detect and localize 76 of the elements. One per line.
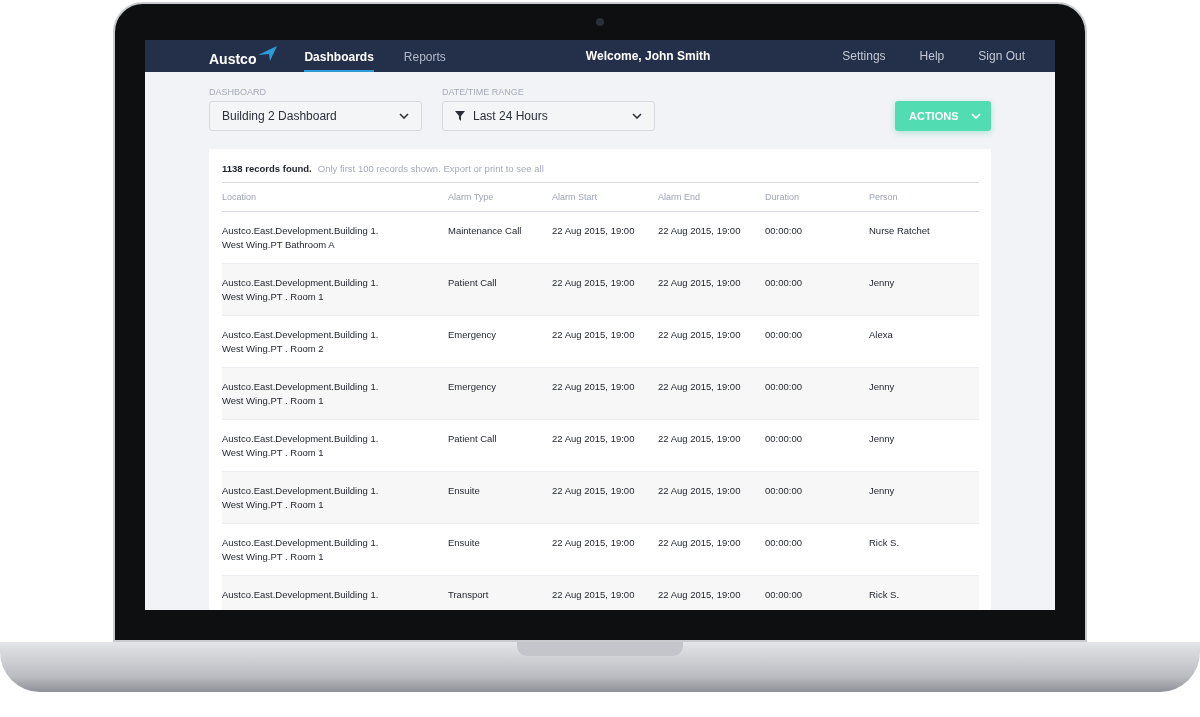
table-cell-text: Austco.East.Development.Building 1. West Wing.PT Bathroom A — [222, 224, 380, 252]
table-cell-text: Emergency — [448, 380, 498, 394]
dropdown[interactable]: Last 24 Hours — [442, 101, 655, 131]
table-cell-text: Jenny — [869, 484, 896, 498]
table-cell-text: 00:00:00 — [765, 484, 803, 498]
table-cell-text: 22 Aug 2015, 19:00 — [552, 432, 636, 446]
table-cell-text: Alexa — [869, 328, 894, 342]
field-label: DATE/TIME RANGE — [442, 87, 525, 97]
table-cell-text: Ensuite — [448, 484, 481, 498]
table-cell-text: 22 Aug 2015, 19:00 — [658, 588, 742, 602]
table-cell-text: 22 Aug 2015, 19:00 — [658, 432, 742, 446]
table-cell-text: 22 Aug 2015, 19:00 — [552, 536, 636, 550]
table-cell-text: Jenny — [869, 432, 896, 446]
table-cell-text: 22 Aug 2015, 19:00 — [552, 276, 636, 290]
record-count: 1138 records found. — [222, 163, 312, 174]
table-cell-text: 22 Aug 2015, 19:00 — [552, 588, 636, 602]
column-header: Alarm End — [658, 192, 702, 202]
table-cell-text: Ensuite — [448, 536, 481, 550]
table-cell-text: 22 Aug 2015, 19:00 — [552, 380, 636, 394]
field-label: DASHBOARD — [209, 87, 267, 97]
table-cell-text: 22 Aug 2015, 19:00 — [658, 380, 742, 394]
table-cell-text: Rick S. — [869, 588, 901, 602]
dropdown[interactable]: Building 2 Dashboard — [209, 101, 422, 131]
table-cell-text: 22 Aug 2015, 19:00 — [552, 328, 636, 342]
table-cell-text: Maintenance Call — [448, 224, 523, 238]
table-cell-text: 00:00:00 — [765, 588, 803, 602]
table-cell-text: 00:00:00 — [765, 224, 803, 238]
table-row[interactable]: Austco.East.Development.Building 1. West Wing.PT . Room 1 Ensuite 22 Aug 2015, 19:00 22 Aug 2015, 19:00 00:00:00 Jenny — [222, 472, 979, 524]
table-cell-text: Emergency — [448, 328, 498, 342]
table-cell-text: Austco.East.Development.Building 1. — [222, 588, 380, 602]
table-cell-text: 22 Aug 2015, 19:00 — [658, 276, 742, 290]
table-cell-text: 00:00:00 — [765, 328, 803, 342]
table-cell-text: Jenny — [869, 380, 896, 394]
table-cell-text: Patient Call — [448, 276, 498, 290]
table-row[interactable]: Austco.East.Development.Building 1. West Wing.PT . Room 1 Patient Call 22 Aug 2015, 19:00 22 Aug 2015, 19:00 00:00:00 Jenny — [222, 264, 979, 316]
welcome-text: Welcome, John Smith — [585, 49, 712, 63]
table-cell-text: Nurse Ratchet — [869, 224, 931, 238]
chevron-down-icon — [399, 113, 409, 119]
logo: Austco — [209, 45, 279, 67]
table-cell-text: Austco.East.Development.Building 1. West Wing.PT . Room 1 — [222, 380, 380, 408]
filter-icon — [455, 111, 465, 121]
records-note: Only first 100 records shown. Export or print to see all — [317, 163, 544, 174]
column-header: Duration — [765, 192, 801, 202]
table-cell-text: Rick S. — [869, 536, 901, 550]
table-cell-text: 22 Aug 2015, 19:00 — [552, 224, 636, 238]
camera-icon — [596, 18, 604, 26]
table-cell-text: Patient Call — [448, 432, 498, 446]
column-header: Alarm Type — [448, 192, 495, 202]
chevron-down-icon — [971, 113, 981, 119]
table-cell-text: 22 Aug 2015, 19:00 — [658, 224, 742, 238]
nav-tab[interactable]: Reports — [403, 40, 446, 72]
column-header: Alarm Start — [552, 192, 598, 202]
table-cell-text: Jenny — [869, 276, 896, 290]
table-cell-text: 00:00:00 — [765, 432, 803, 446]
nav-link[interactable]: Help — [919, 49, 945, 63]
nav-link[interactable]: Settings — [842, 49, 886, 63]
table-cell-text: 22 Aug 2015, 19:00 — [658, 328, 742, 342]
table-cell-text: Austco.East.Development.Building 1. West Wing.PT . Room 2 — [222, 328, 380, 356]
table-cell-text: 22 Aug 2015, 19:00 — [552, 484, 636, 498]
table-row[interactable]: Austco.East.Development.Building 1. West Wing.PT . Room 1 Emergency 22 Aug 2015, 19:00 22 Aug 2015, 19:00 00:00:00 Jenny — [222, 368, 979, 420]
column-header: Person — [869, 192, 899, 202]
table-cell-text: Austco.East.Development.Building 1. West Wing.PT . Room 1 — [222, 536, 380, 564]
table-row[interactable]: Austco.East.Development.Building 1. Transport 22 Aug 2015, 19:00 22 Aug 2015, 19:00 00:00:00 Rick S. — [222, 576, 979, 610]
table-cell-text: Austco.East.Development.Building 1. West Wing.PT . Room 1 — [222, 276, 380, 304]
table-cell-text: Austco.East.Development.Building 1. West Wing.PT . Room 1 — [222, 432, 380, 460]
nav-tab[interactable]: Dashboards — [304, 40, 374, 72]
table-cell-text: 00:00:00 — [765, 380, 803, 394]
chevron-down-icon — [632, 113, 642, 119]
table-cell-text: Transport — [448, 588, 490, 602]
nav-link[interactable]: Sign Out — [978, 49, 1025, 63]
table-cell-text: 22 Aug 2015, 19:00 — [658, 536, 742, 550]
table-cell-text: Austco.East.Development.Building 1. West Wing.PT . Room 1 — [222, 484, 380, 512]
table-cell-text: 00:00:00 — [765, 536, 803, 550]
column-header: Location — [222, 192, 258, 202]
table-cell-text: 00:00:00 — [765, 276, 803, 290]
table-cell-text: 22 Aug 2015, 19:00 — [658, 484, 742, 498]
